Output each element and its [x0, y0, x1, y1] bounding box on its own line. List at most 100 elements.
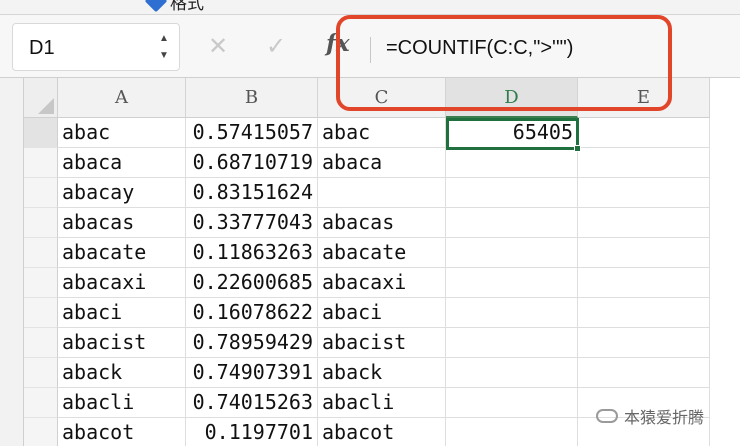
cell-a9[interactable]: aback — [58, 358, 186, 388]
cell-d11[interactable] — [446, 418, 578, 446]
cell-e3[interactable] — [578, 178, 710, 208]
table-row: abacist 0.78959429 abacist — [58, 328, 710, 358]
table-row: abacay 0.83151624 — [58, 178, 710, 208]
cell-c5[interactable]: abacate — [318, 238, 446, 268]
column-header-a[interactable]: A — [58, 78, 186, 118]
cell-e9[interactable] — [578, 358, 710, 388]
paintbrush-icon — [144, 0, 168, 13]
cell-grid: abac 0.57415057 abac 65405 abaca 0.68710719 ab… — [58, 118, 710, 446]
cell-b2[interactable]: 0.68710719 — [186, 148, 318, 178]
chevron-up-icon: ▲ — [159, 33, 169, 44]
cell-a8[interactable]: abacist — [58, 328, 186, 358]
cell-a6[interactable]: abacaxi — [58, 268, 186, 298]
cell-b6[interactable]: 0.22600685 — [186, 268, 318, 298]
select-all-corner[interactable] — [24, 78, 58, 118]
watermark: 本猿爱折腾 — [596, 404, 704, 428]
cell-a11[interactable]: abacot — [58, 418, 186, 446]
cell-c10[interactable]: abacli — [318, 388, 446, 418]
cell-b10[interactable]: 0.74015263 — [186, 388, 318, 418]
row-header[interactable] — [24, 118, 58, 148]
cell-a5[interactable]: abacate — [58, 238, 186, 268]
row-header[interactable] — [24, 388, 58, 418]
formula-divider — [370, 37, 371, 63]
cell-b8[interactable]: 0.78959429 — [186, 328, 318, 358]
cell-d3[interactable] — [446, 178, 578, 208]
cell-c9[interactable]: aback — [318, 358, 446, 388]
cell-c1[interactable]: abac — [318, 118, 446, 148]
cell-c4[interactable]: abacas — [318, 208, 446, 238]
insert-function-icon[interactable]: fx — [326, 32, 350, 56]
cell-d7[interactable] — [446, 298, 578, 328]
chevron-down-icon: ▼ — [159, 50, 169, 61]
row-header[interactable] — [24, 268, 58, 298]
select-all-icon — [38, 98, 54, 114]
left-panel-edge — [0, 78, 24, 446]
row-header[interactable] — [24, 238, 58, 268]
table-row: aback 0.74907391 aback — [58, 358, 710, 388]
cell-a4[interactable]: abacas — [58, 208, 186, 238]
cell-e2[interactable] — [578, 148, 710, 178]
cell-d6[interactable] — [446, 268, 578, 298]
format-painter-button[interactable]: 格式 — [144, 0, 204, 14]
row-header[interactable] — [24, 358, 58, 388]
enter-icon[interactable]: ✓ — [266, 35, 286, 59]
cell-e4[interactable] — [578, 208, 710, 238]
row-header[interactable] — [24, 298, 58, 328]
cell-d1[interactable]: 65405 — [446, 118, 578, 148]
cell-b7[interactable]: 0.16078622 — [186, 298, 318, 328]
cell-b4[interactable]: 0.33777043 — [186, 208, 318, 238]
column-headers: ABCDE — [58, 78, 710, 118]
row-header[interactable] — [24, 328, 58, 358]
cell-b5[interactable]: 0.11863263 — [186, 238, 318, 268]
column-header-d[interactable]: D — [446, 78, 578, 118]
name-box[interactable]: D1 ▲ ▼ — [12, 23, 180, 71]
table-row: abacaxi 0.22600685 abacaxi — [58, 268, 710, 298]
cell-c2[interactable]: abaca — [318, 148, 446, 178]
wechat-icon — [596, 409, 618, 423]
cell-e5[interactable] — [578, 238, 710, 268]
row-headers — [24, 118, 58, 446]
table-row: abacas 0.33777043 abacas — [58, 208, 710, 238]
cell-c7[interactable]: abaci — [318, 298, 446, 328]
formula-input[interactable]: =COUNTIF(C:C,">''") — [386, 37, 573, 60]
cell-b1[interactable]: 0.57415057 — [186, 118, 318, 148]
row-header[interactable] — [24, 418, 58, 446]
name-box-spinner[interactable]: ▲ ▼ — [157, 30, 171, 64]
cell-b9[interactable]: 0.74907391 — [186, 358, 318, 388]
table-row: abac 0.57415057 abac 65405 — [58, 118, 710, 148]
cell-d10[interactable] — [446, 388, 578, 418]
cell-a3[interactable]: abacay — [58, 178, 186, 208]
column-header-e[interactable]: E — [578, 78, 710, 118]
cell-d9[interactable] — [446, 358, 578, 388]
cell-c6[interactable]: abacaxi — [318, 268, 446, 298]
cancel-icon[interactable]: ✕ — [208, 35, 228, 59]
cell-d8[interactable] — [446, 328, 578, 358]
cell-e6[interactable] — [578, 268, 710, 298]
cell-b3[interactable]: 0.83151624 — [186, 178, 318, 208]
table-row: abaca 0.68710719 abaca — [58, 148, 710, 178]
row-header[interactable] — [24, 148, 58, 178]
cell-c11[interactable]: abacot — [318, 418, 446, 446]
cell-d4[interactable] — [446, 208, 578, 238]
cell-a7[interactable]: abaci — [58, 298, 186, 328]
cell-a2[interactable]: abaca — [58, 148, 186, 178]
name-box-value: D1 — [29, 37, 55, 59]
table-row: abacate 0.11863263 abacate — [58, 238, 710, 268]
row-header[interactable] — [24, 178, 58, 208]
cell-c8[interactable]: abacist — [318, 328, 446, 358]
row-header[interactable] — [24, 208, 58, 238]
cell-d2[interactable] — [446, 148, 578, 178]
table-row: abaci 0.16078622 abaci — [58, 298, 710, 328]
cell-c3[interactable] — [318, 178, 446, 208]
cell-b11[interactable]: 0.1197701 — [186, 418, 318, 446]
cell-a10[interactable]: abacli — [58, 388, 186, 418]
column-header-c[interactable]: C — [318, 78, 446, 118]
ribbon-strip: 格式 — [0, 0, 740, 15]
cell-e8[interactable] — [578, 328, 710, 358]
column-header-b[interactable]: B — [186, 78, 318, 118]
cell-e1[interactable] — [578, 118, 710, 148]
spreadsheet-grid: ABCDE abac 0.57415057 abac 65405 abaca 0.6871… — [0, 78, 740, 446]
cell-a1[interactable]: abac — [58, 118, 186, 148]
cell-e7[interactable] — [578, 298, 710, 328]
cell-d5[interactable] — [446, 238, 578, 268]
